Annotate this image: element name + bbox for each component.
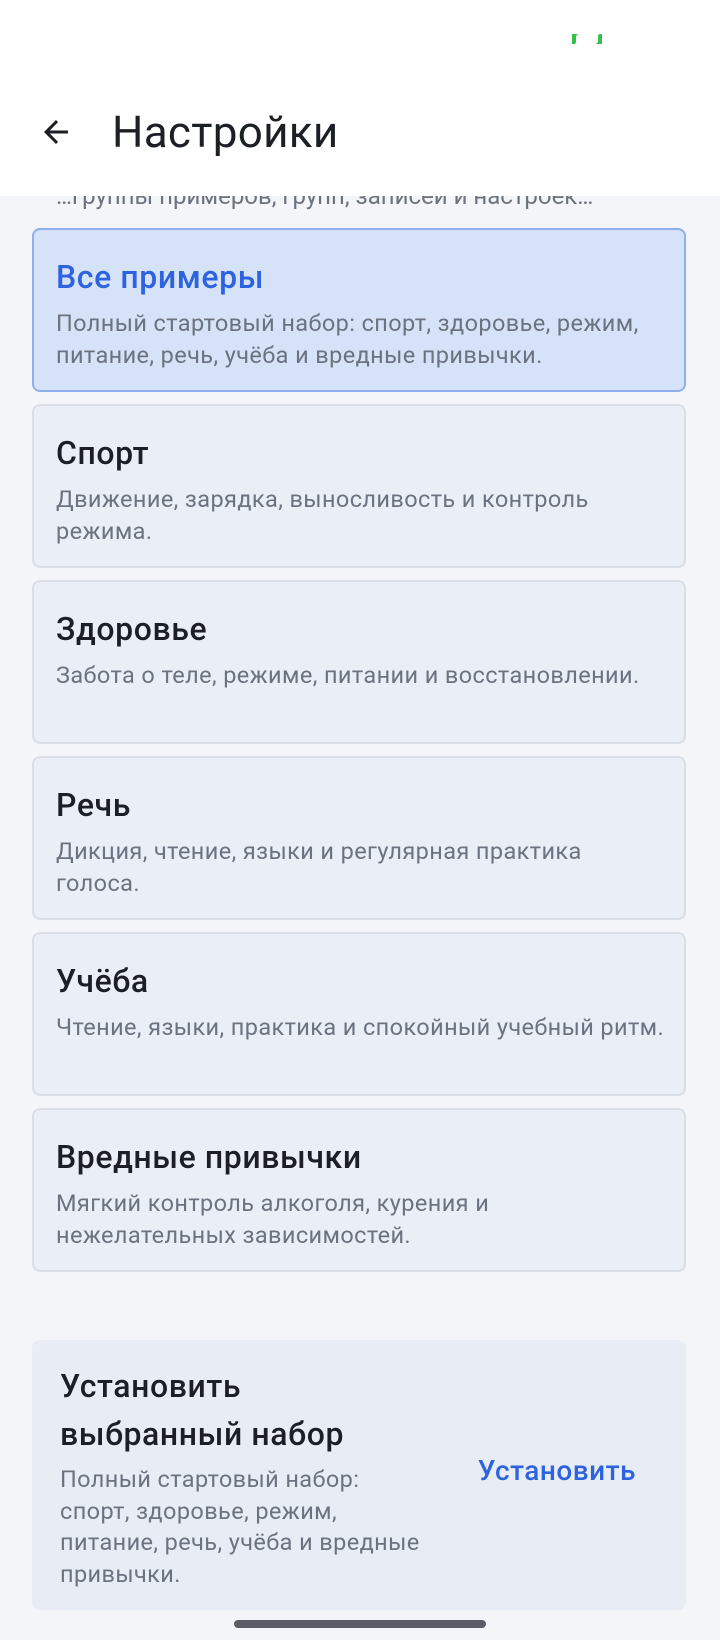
set-card-description: Чтение, языки, практика и спокойный учеб… xyxy=(56,1013,665,1041)
clipped-description: …группы примеров, групп, записей и настр… xyxy=(56,196,594,210)
set-card-health[interactable]: Здоровье Забота о теле, режиме, питании … xyxy=(32,580,686,744)
set-card-title: Здоровье xyxy=(56,610,208,648)
status-bar xyxy=(0,0,720,80)
install-set-panel: Установить выбранный набор Полный старто… xyxy=(32,1340,686,1610)
set-card-study[interactable]: Учёба Чтение, языки, практика и спокойны… xyxy=(32,932,686,1096)
set-card-sport[interactable]: Спорт Движение, зарядка, выносливость и … xyxy=(32,404,686,568)
settings-scroll-area[interactable]: …группы примеров, групп, записей и настр… xyxy=(0,196,720,1640)
set-card-bad-habits[interactable]: Вредные привычки Мягкий контроль алкогол… xyxy=(32,1108,686,1272)
set-card-description: Дикция, чтение, языки и регулярная практ… xyxy=(56,837,582,897)
set-card-title: Вредные привычки xyxy=(56,1138,362,1176)
set-card-title: Учёба xyxy=(56,962,149,1000)
set-card-title: Все примеры xyxy=(56,258,265,296)
camera-in-use-icon xyxy=(572,34,602,44)
install-panel-description: Полный стартовый набор: спорт, здоровье,… xyxy=(60,1465,420,1588)
set-card-description: Мягкий контроль алкоголя, курения и неже… xyxy=(56,1189,490,1249)
arrow-left-icon xyxy=(44,120,68,144)
app-bar: Настройки xyxy=(0,80,720,196)
set-card-description: Забота о теле, режиме, питании и восстан… xyxy=(56,661,640,689)
set-card-description: Полный стартовый набор: спорт, здоровье,… xyxy=(56,309,639,369)
set-card-speech[interactable]: Речь Дикция, чтение, языки и регулярная … xyxy=(32,756,686,920)
set-card-description: Движение, зарядка, выносливость и контро… xyxy=(56,485,589,545)
set-card-all-examples[interactable]: Все примеры Полный стартовый набор: спор… xyxy=(32,228,686,392)
back-button[interactable] xyxy=(26,102,86,162)
page-title: Настройки xyxy=(112,106,339,158)
home-indicator[interactable] xyxy=(234,1620,486,1628)
install-button[interactable]: Установить xyxy=(478,1454,636,1487)
set-card-title: Речь xyxy=(56,786,131,824)
install-panel-title: Установить выбранный набор xyxy=(60,1367,345,1453)
set-card-title: Спорт xyxy=(56,434,150,472)
